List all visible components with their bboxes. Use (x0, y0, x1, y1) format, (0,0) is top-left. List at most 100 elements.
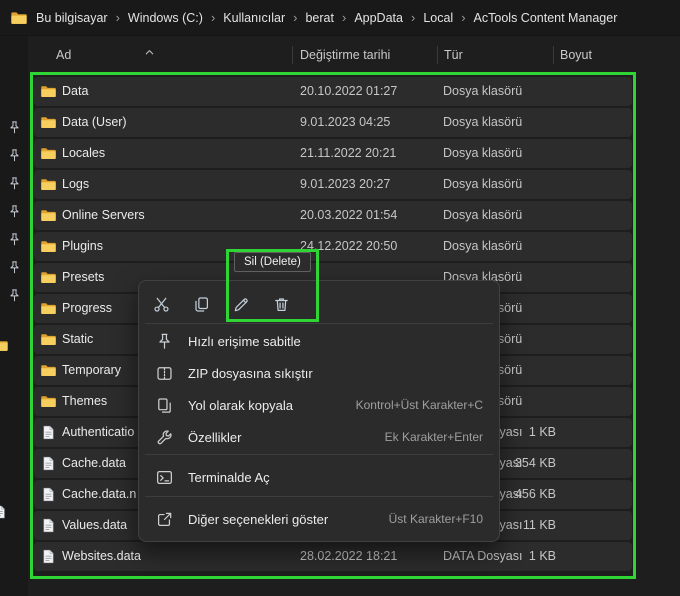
menu-item-label: Yol olarak kopyala (188, 397, 294, 413)
menu-item-properties[interactable]: Özellikler Ek Karakter+Enter (144, 421, 494, 453)
file-date: 9.01.2023 20:27 (300, 177, 391, 191)
file-icon (40, 548, 57, 565)
file-date: 20.10.2022 01:27 (300, 84, 398, 98)
context-menu-quick-actions (145, 285, 297, 323)
file-name: Static (62, 332, 94, 346)
zip-icon (155, 364, 174, 383)
file-size (414, 108, 556, 137)
menu-item-pin[interactable]: Hızlı erişime sabitle (144, 325, 494, 357)
folder-icon (10, 9, 28, 27)
breadcrumb-item[interactable]: Local (423, 11, 453, 25)
column-header-date[interactable]: Değiştirme tarihi (300, 44, 390, 66)
pin-icon[interactable] (7, 288, 22, 303)
delete-tooltip: Sil (Delete) (234, 252, 311, 272)
file-row[interactable]: Plugins 24.12.2022 20:50 Dosya klasörü (34, 232, 632, 261)
menu-item-more[interactable]: Diğer seçenekleri göster Üst Karakter+F10 (144, 503, 494, 535)
file-explorer-window: Bu bilgisayar › Windows (C:) › Kullanıcılar ›… (0, 0, 680, 596)
breadcrumb-item[interactable]: Windows (C:) (128, 11, 203, 25)
file-name: Cache.data.n (62, 487, 137, 501)
cut-button[interactable] (145, 288, 177, 320)
pin-icon[interactable] (7, 148, 22, 163)
menu-item-shortcut: Kontrol+Üst Karakter+C (355, 398, 483, 412)
file-size (414, 201, 556, 230)
chevron-right-icon: › (210, 10, 216, 25)
menu-separator (145, 496, 493, 497)
file-date: 9.01.2023 04:25 (300, 115, 391, 129)
file-name: Data (User) (62, 115, 127, 129)
file-name: Authenticatio (62, 425, 135, 439)
menu-item-copy-path[interactable]: Yol olarak kopyala Kontrol+Üst Karakter+C (144, 389, 494, 421)
file-name: Progress (62, 301, 113, 315)
column-header-size[interactable]: Boyut (560, 44, 592, 66)
file-date: 21.11.2022 20:21 (300, 146, 397, 160)
pin-icon[interactable] (7, 120, 22, 135)
breadcrumb-item[interactable]: Kullanıcılar (223, 11, 285, 25)
chevron-right-icon: › (410, 10, 416, 25)
menu-item-zip[interactable]: ZIP dosyasına sıkıştır (144, 357, 494, 389)
file-row[interactable]: Logs 9.01.2023 20:27 Dosya klasörü (34, 170, 632, 199)
column-divider (553, 46, 554, 64)
folder-icon (40, 207, 57, 224)
file-name: Logs (62, 177, 90, 191)
file-name: Websites.data (62, 549, 141, 563)
folder-icon (40, 269, 57, 286)
pin-icon (155, 332, 174, 351)
folder-icon (40, 393, 57, 410)
column-header-type[interactable]: Tür (444, 44, 463, 66)
file-row[interactable]: Websites.data 28.02.2022 18:21 DATA Dosyas… (34, 542, 632, 571)
file-size (414, 77, 556, 106)
copy-path-icon (155, 396, 174, 415)
pin-icon[interactable] (7, 176, 22, 191)
folder-icon (40, 300, 57, 317)
delete-icon (272, 295, 291, 314)
sort-ascending-icon (144, 47, 155, 58)
file-row[interactable]: Data 20.10.2022 01:27 Dosya klasörü (34, 77, 632, 106)
file-size (414, 170, 556, 199)
menu-separator (145, 323, 493, 324)
file-row[interactable]: Locales 21.11.2022 20:21 Dosya klasörü (34, 139, 632, 168)
file-row[interactable]: Online Servers 20.03.2022 01:54 Dosya klas… (34, 201, 632, 230)
breadcrumb-item[interactable]: AcTools Content Manager (474, 11, 618, 25)
quick-access-rail (0, 36, 28, 596)
rename-button[interactable] (225, 288, 257, 320)
folder-icon[interactable] (0, 336, 9, 354)
pin-icon[interactable] (7, 232, 22, 247)
file-name: Data (62, 84, 89, 98)
delete-button[interactable] (265, 288, 297, 320)
file-name: Themes (62, 394, 108, 408)
copy-button[interactable] (185, 288, 217, 320)
breadcrumb-item[interactable]: Bu bilgisayar (36, 11, 108, 25)
menu-separator (145, 454, 493, 455)
folder-icon (40, 331, 57, 348)
menu-item-label: Özellikler (188, 429, 242, 445)
menu-item-label: Terminalde Aç (188, 469, 270, 485)
rename-icon (232, 295, 251, 314)
breadcrumb-item[interactable]: berat (305, 11, 334, 25)
pin-icon[interactable] (7, 204, 22, 219)
file-icon[interactable] (0, 504, 8, 520)
terminal-icon (155, 468, 174, 487)
file-name: Online Servers (62, 208, 145, 222)
file-name: Temporary (62, 363, 122, 377)
breadcrumb: Bu bilgisayar › Windows (C:) › Kullanıcılar ›… (36, 10, 617, 25)
file-name: Values.data (62, 518, 128, 532)
folder-icon (40, 83, 57, 100)
file-name: Plugins (62, 239, 103, 253)
column-divider (437, 46, 438, 64)
file-icon (40, 486, 57, 503)
file-name: Cache.data (62, 456, 126, 470)
menu-item-terminal[interactable]: Terminalde Aç (144, 461, 494, 493)
file-date: 20.03.2022 01:54 (300, 208, 398, 222)
pin-icon[interactable] (7, 260, 22, 275)
chevron-right-icon: › (461, 10, 466, 25)
more-icon (155, 510, 174, 529)
breadcrumb-item[interactable]: AppData (354, 11, 403, 25)
column-header-name[interactable]: Ad (56, 44, 71, 66)
menu-item-label: Hızlı erişime sabitle (188, 333, 301, 349)
file-date: 24.12.2022 20:50 (300, 239, 398, 253)
file-name: Presets (62, 270, 105, 284)
file-name: Locales (62, 146, 106, 160)
file-row[interactable]: Data (User) 9.01.2023 04:25 Dosya klasörü (34, 108, 632, 137)
column-divider (292, 46, 293, 64)
menu-item-label: ZIP dosyasına sıkıştır (188, 365, 313, 381)
